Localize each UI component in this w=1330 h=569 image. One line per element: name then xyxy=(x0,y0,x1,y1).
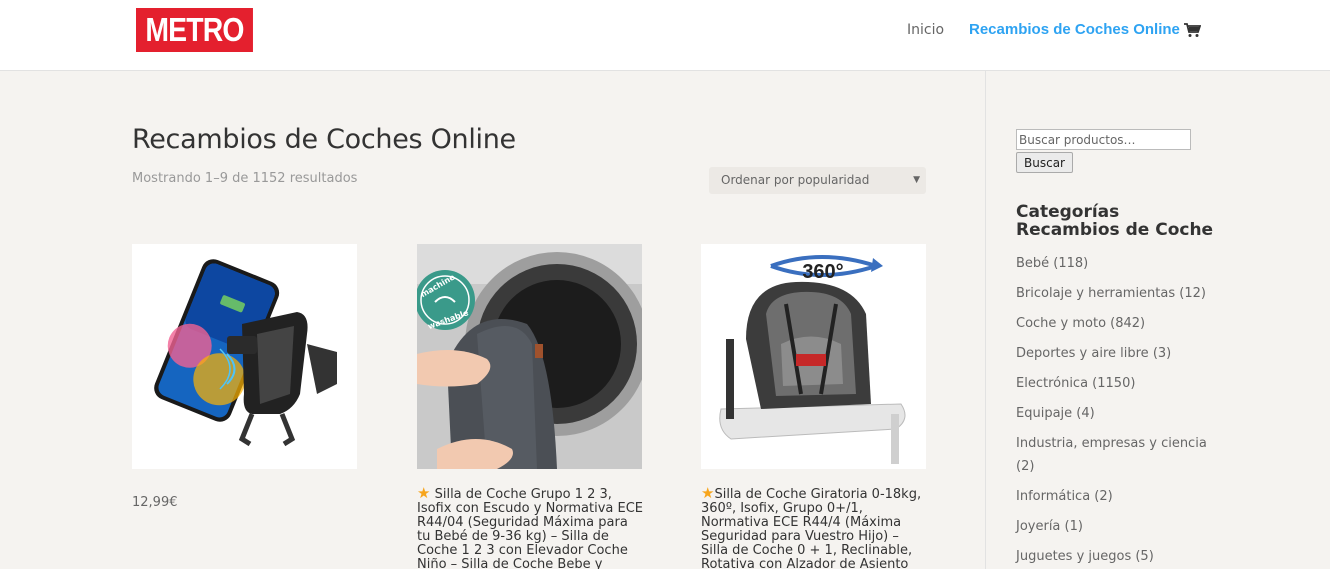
star-icon: ★ xyxy=(417,484,431,502)
product-title[interactable]: ★ Silla de Coche Grupo 1 2 3, Isofix con… xyxy=(417,486,645,569)
product-card[interactable] xyxy=(132,244,357,469)
nav-inicio[interactable]: Inicio xyxy=(907,20,944,40)
category-link[interactable]: Bricolaje y herramientas (12) xyxy=(1016,282,1216,305)
page-title: Recambios de Coches Online xyxy=(132,124,516,155)
star-icon: ★ xyxy=(701,484,715,502)
search-button[interactable]: Buscar xyxy=(1016,152,1073,173)
category-link[interactable]: Electrónica (1150) xyxy=(1016,372,1216,395)
category-link[interactable]: Bebé (118) xyxy=(1016,252,1216,275)
product-price: 12,99€ xyxy=(132,495,178,510)
product-image-phone-holder[interactable] xyxy=(132,244,357,469)
category-link[interactable]: Coche y moto (842) xyxy=(1016,312,1216,335)
product-title-text[interactable]: Silla de Coche Grupo 1 2 3, Isofix con E… xyxy=(417,487,643,569)
result-count: Mostrando 1–9 de 1152 resultados xyxy=(132,171,358,186)
product-title[interactable]: ★Silla de Coche Giratoria 0-18kg, 360º, … xyxy=(701,486,929,569)
category-list: Bebé (118) Bricolaje y herramientas (12)… xyxy=(1016,252,1216,569)
dropdown-arrow-icon: ▼ xyxy=(913,175,920,185)
product-image-car-seat[interactable]: 360° xyxy=(701,244,926,469)
metro-logo[interactable]: METRO xyxy=(136,8,253,52)
category-link[interactable]: Industria, empresas y ciencia (2) xyxy=(1016,432,1216,478)
nav-recambios[interactable]: Recambios de Coches Online xyxy=(969,20,1180,40)
category-link[interactable]: Deportes y aire libre (3) xyxy=(1016,342,1216,365)
category-link[interactable]: Juguetes y juegos (5) xyxy=(1016,545,1216,568)
product-title-text[interactable]: Silla de Coche Giratoria 0-18kg, 360º, I… xyxy=(701,487,921,569)
orderby-select[interactable]: Ordenar por popularidad ▼ xyxy=(709,167,926,194)
product-image-seat-washing[interactable]: machine washable xyxy=(417,244,642,469)
categories-widget-title: Categorías Recambios de Coche xyxy=(1016,202,1214,240)
product-card[interactable]: 360° xyxy=(701,244,926,469)
category-link[interactable]: Joyería (1) xyxy=(1016,515,1216,538)
category-link[interactable]: Equipaje (4) xyxy=(1016,402,1216,425)
orderby-value: Ordenar por popularidad xyxy=(721,173,870,187)
site-header: METRO Inicio Recambios de Coches Online xyxy=(0,0,1330,71)
product-search-input[interactable] xyxy=(1016,129,1191,150)
category-link[interactable]: Informática (2) xyxy=(1016,485,1216,508)
rotation-badge: 360° xyxy=(802,261,843,283)
cart-icon[interactable] xyxy=(1184,23,1201,38)
sidebar-divider xyxy=(985,71,986,569)
product-card[interactable]: machine washable xyxy=(417,244,642,469)
